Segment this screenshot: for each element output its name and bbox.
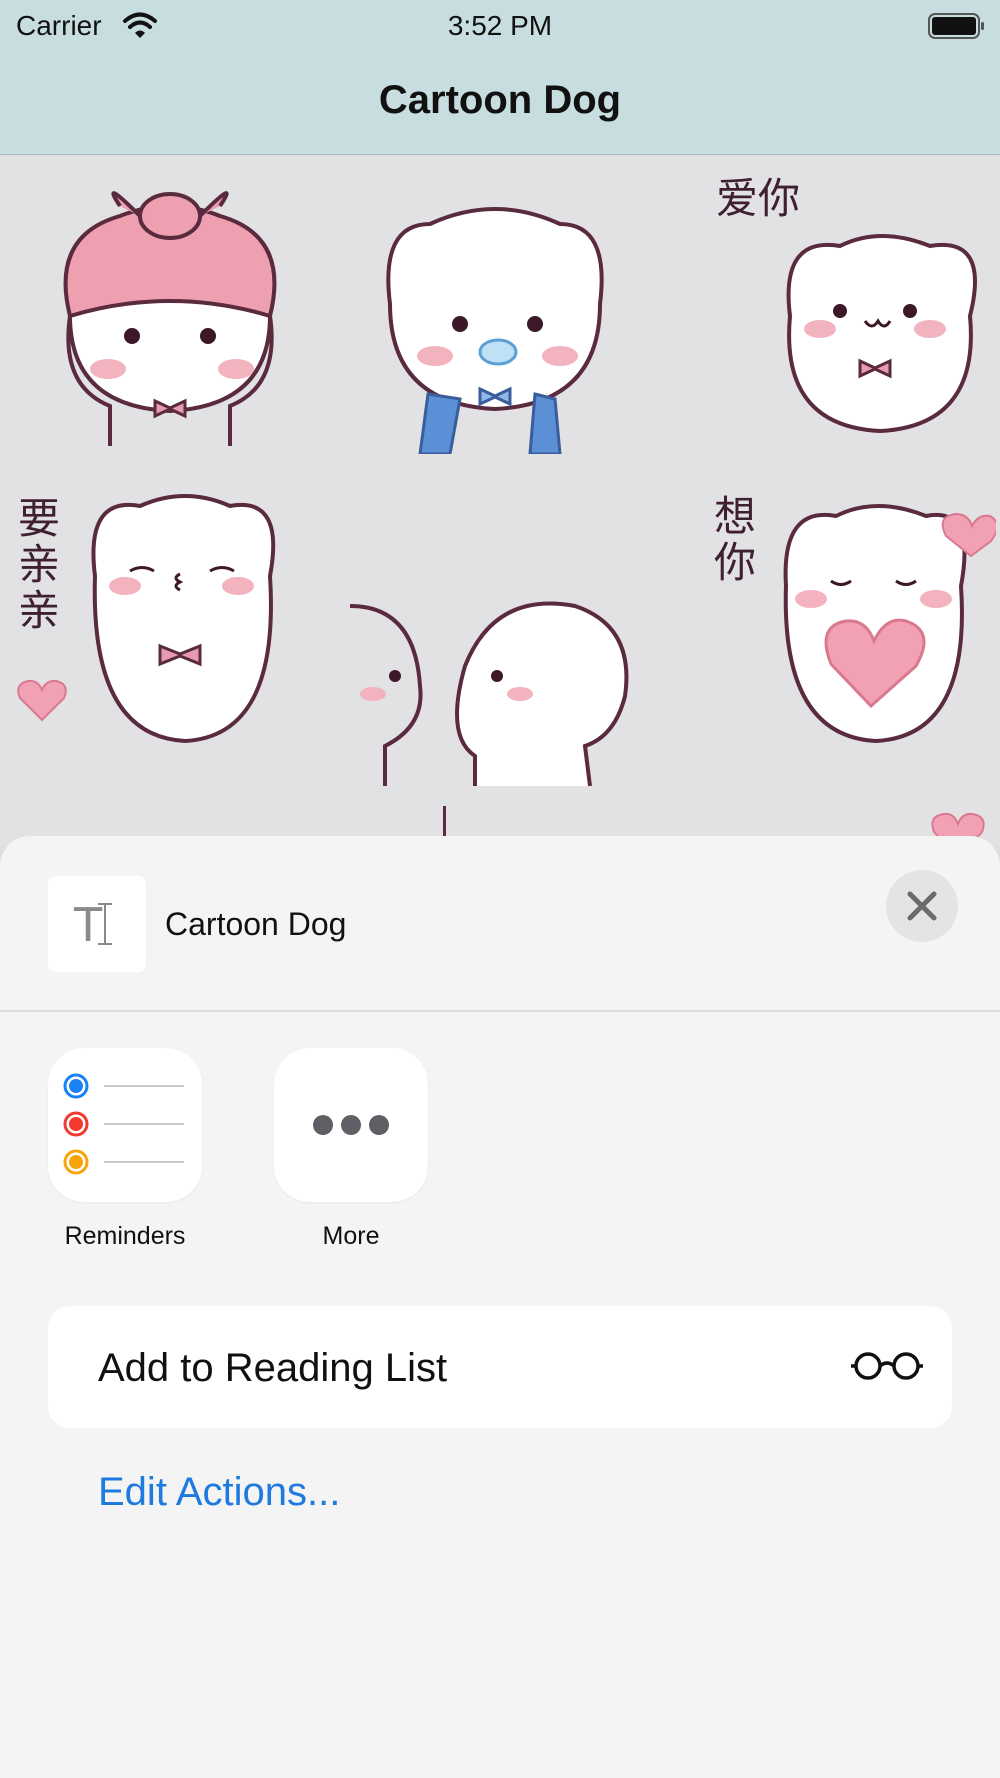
- sticker-bow-headband[interactable]: [40, 176, 300, 456]
- reading-glasses-icon: [851, 1352, 923, 1380]
- app-label-more: More: [322, 1222, 380, 1250]
- sticker-bear-scarf[interactable]: [370, 184, 620, 454]
- app-reminders[interactable]: [48, 1048, 202, 1202]
- sticker-bear-kiss[interactable]: [80, 486, 290, 766]
- app-more[interactable]: [274, 1048, 428, 1202]
- sticker-grid: 爱你 要亲亲 想你: [0, 156, 1000, 846]
- divider: [0, 1010, 1000, 1012]
- edit-actions-link[interactable]: Edit Actions...: [98, 1470, 340, 1515]
- close-button[interactable]: [886, 870, 958, 942]
- navigation-bar: Carrier 3:52 PM Cartoon Dog: [0, 0, 1000, 155]
- action-label: Add to Reading List: [98, 1346, 448, 1390]
- page-title: Cartoon Dog: [378, 78, 622, 122]
- clock: 3:52 PM: [447, 10, 553, 41]
- sticker-caption: 要亲亲: [18, 494, 61, 635]
- battery-icon: [928, 13, 984, 39]
- sticker-caption: 想你: [714, 492, 757, 587]
- text-document-icon: T: [48, 876, 146, 972]
- reminders-icon: [63, 1073, 184, 1175]
- sticker-caption: 爱你: [716, 174, 801, 223]
- share-title: Cartoon Dog: [165, 906, 347, 942]
- close-icon: [907, 891, 937, 921]
- more-icon: [313, 1115, 389, 1135]
- share-sheet: T Cartoon Dog Reminders More Add to Read…: [0, 836, 1000, 1778]
- sticker-bear-waving[interactable]: [770, 216, 990, 456]
- add-to-reading-list-button[interactable]: Add to Reading List: [48, 1306, 952, 1428]
- sticker-bear-heart[interactable]: [776, 496, 996, 776]
- app-label-reminders: Reminders: [64, 1222, 186, 1250]
- heart-icon: [17, 679, 67, 722]
- sticker-two-friends[interactable]: [345, 596, 635, 786]
- status-bar: Carrier 3:52 PM: [0, 8, 1000, 44]
